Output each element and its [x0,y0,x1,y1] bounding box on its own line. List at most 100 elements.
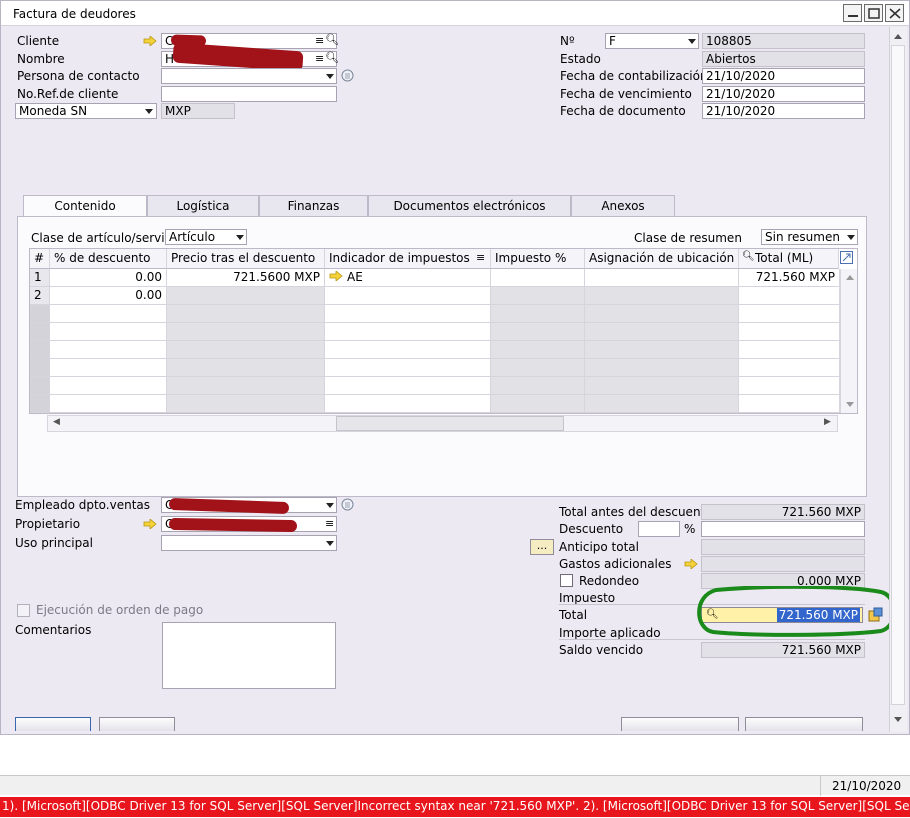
list-icon[interactable]: ≡ [315,52,324,65]
chevron-down-icon[interactable] [236,235,244,240]
grid-cell-empty[interactable] [167,305,325,323]
link-arrow-icon[interactable] [143,519,157,529]
maximize-button[interactable] [864,4,883,22]
grid-cell-empty[interactable] [491,341,585,359]
redondeo-checkbox[interactable] [560,574,573,587]
list-icon[interactable]: ≡ [315,34,324,47]
chevron-right-icon[interactable]: ▶ [824,417,831,427]
search-icon[interactable]: 🔍︎ [325,51,339,64]
grid-cell-empty[interactable] [50,377,167,395]
info-icon[interactable] [341,498,354,511]
grid-cell[interactable]: AE [325,269,491,287]
tab-finanzas[interactable]: Finanzas [259,195,368,216]
grid-cell-empty[interactable] [30,305,50,323]
grid-cell[interactable] [491,287,585,305]
grid-cell-empty[interactable] [167,323,325,341]
clase-select[interactable]: Artículo [165,229,247,245]
search-icon[interactable]: 🔍︎ [325,33,339,46]
grid-cell[interactable]: 721.5600 MXP [167,269,325,287]
grid-cell[interactable] [325,287,491,305]
grid-cell[interactable] [167,287,325,305]
chevron-down-icon[interactable] [326,541,334,546]
hscroll-thumb[interactable] [336,416,564,431]
grid-cell-empty[interactable] [325,359,491,377]
uso-select[interactable] [161,535,337,551]
grid-cell-empty[interactable] [739,341,840,359]
grid-cell-empty[interactable] [50,323,167,341]
grid-cell-empty[interactable] [30,341,50,359]
grid-cell-empty[interactable] [167,359,325,377]
grid-cell-empty[interactable] [167,395,325,413]
grid-cell-empty[interactable] [167,377,325,395]
tab-anexos[interactable]: Anexos [571,195,675,216]
grid-cell-empty[interactable] [325,323,491,341]
info-icon[interactable] [341,69,354,82]
grid-cell-empty[interactable] [30,323,50,341]
descuento-field[interactable] [701,521,865,537]
grid-cell-empty[interactable] [167,341,325,359]
grid-cell-empty[interactable] [50,341,167,359]
fvenc-field[interactable]: 21/10/2020 [702,86,865,102]
tab-contenido[interactable]: Contenido [23,195,147,217]
grid-cell[interactable] [585,287,739,305]
fcont-field[interactable]: 21/10/2020 [702,68,865,84]
grid-cell[interactable]: 1 [30,269,50,287]
grid-cell-empty[interactable] [30,395,50,413]
grid-cell[interactable] [739,287,840,305]
noref-field[interactable] [161,86,337,102]
copy-to-button[interactable] [745,717,863,731]
grid-cell-empty[interactable] [585,305,739,323]
grid-cell[interactable] [585,269,739,287]
ejecucion-checkbox[interactable] [17,604,30,617]
search-icon[interactable]: 🔍︎ [742,251,755,262]
col-header[interactable]: Impuesto % [491,249,585,269]
grid-cell-empty[interactable] [585,395,739,413]
grid-cell-empty[interactable] [739,377,840,395]
link-arrow-icon[interactable] [684,559,698,569]
chevron-down-icon[interactable] [846,402,854,407]
grid-cell-empty[interactable] [325,395,491,413]
copy-from-button[interactable] [621,717,739,731]
window-vscroll[interactable] [889,27,907,732]
fdoc-field[interactable]: 21/10/2020 [702,103,865,119]
grid-cell-empty[interactable] [491,359,585,377]
contacto-field[interactable] [161,68,337,84]
grid-cell[interactable]: 721.560 MXP [739,269,840,287]
grid-cell-empty[interactable] [50,305,167,323]
grid-cell[interactable]: 2 [30,287,50,305]
chevron-down-icon[interactable] [847,235,855,240]
chevron-down-icon[interactable] [145,109,153,114]
grid-cell-empty[interactable] [30,377,50,395]
grid-cell-empty[interactable] [491,305,585,323]
vscroll-thumb[interactable] [891,45,905,705]
grid-cell-empty[interactable] [739,305,840,323]
grid-cell-empty[interactable] [585,377,739,395]
link-arrow-icon[interactable] [143,36,157,46]
descuento-pct-field[interactable] [638,521,680,537]
col-header[interactable]: Asignación de ubicación [585,249,739,269]
grid-cell[interactable]: 0.00 [50,269,167,287]
grid-cell-empty[interactable] [739,359,840,377]
grid-cell-empty[interactable] [50,359,167,377]
chevron-down-icon[interactable] [326,74,334,79]
grid-cell-empty[interactable] [739,323,840,341]
chevron-down-icon[interactable] [688,39,696,44]
grid-cell-empty[interactable] [491,323,585,341]
grid-cell-empty[interactable] [491,377,585,395]
close-button[interactable] [885,4,904,22]
minimize-button[interactable] [843,4,862,22]
anticipo-button[interactable]: ... [530,539,554,555]
grid-cell-empty[interactable] [30,359,50,377]
serie-select[interactable]: F [605,33,699,49]
comentarios-field[interactable] [162,622,336,689]
grid-cell[interactable]: 0.00 [50,287,167,305]
grid-cell-empty[interactable] [585,341,739,359]
grid-cell-empty[interactable] [325,377,491,395]
grid-hscroll[interactable]: ◀ ▶ [47,415,838,432]
grid-vscroll[interactable] [840,269,857,413]
link-arrow-icon[interactable] [329,270,343,282]
chevron-left-icon[interactable]: ◀ [53,417,60,427]
grid-cell-empty[interactable] [585,359,739,377]
list-icon[interactable]: ≡ [476,251,485,264]
error-message[interactable]: 1). [Microsoft][ODBC Driver 13 for SQL S… [0,797,910,817]
